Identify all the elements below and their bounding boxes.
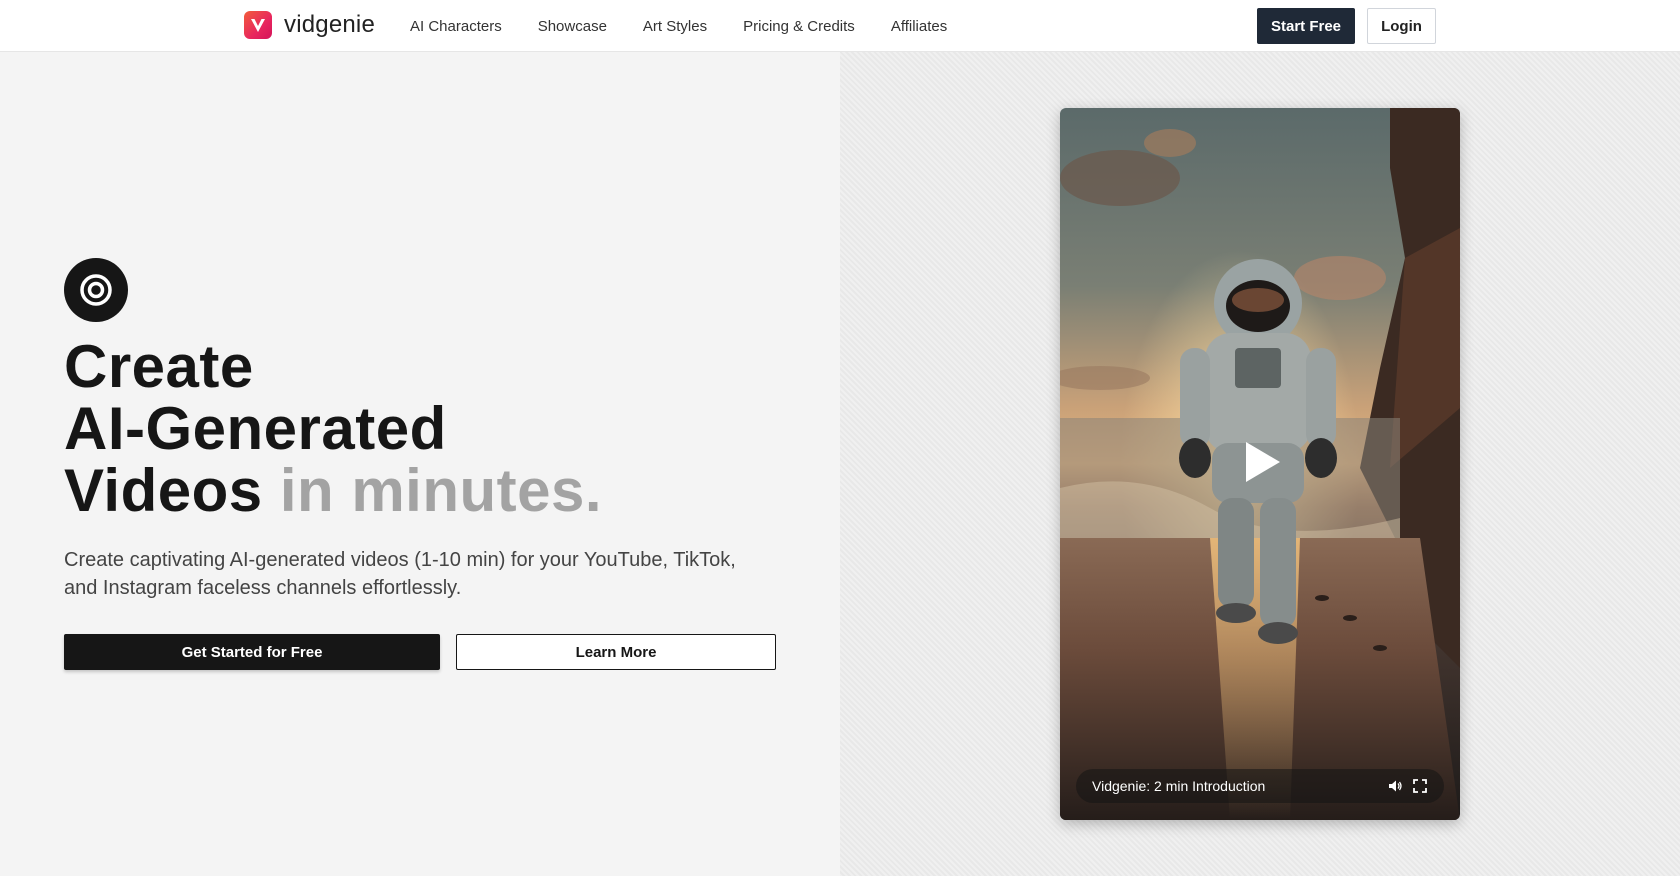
hero-section: Create AI-Generated Videos in minutes. C… bbox=[0, 52, 840, 876]
top-navbar: vidgenie AI Characters Showcase Art Styl… bbox=[0, 0, 1680, 52]
start-free-button[interactable]: Start Free bbox=[1257, 8, 1355, 44]
video-title: Vidgenie: 2 min Introduction bbox=[1092, 778, 1266, 794]
nav-item-showcase[interactable]: Showcase bbox=[538, 18, 607, 35]
main-nav: AI Characters Showcase Art Styles Pricin… bbox=[410, 0, 983, 52]
headline-line-1: Create bbox=[64, 333, 254, 400]
intro-video-player[interactable]: Vidgenie: 2 min Introduction bbox=[1060, 108, 1460, 820]
vidgenie-logo-icon bbox=[244, 11, 272, 39]
nav-item-affiliates[interactable]: Affiliates bbox=[891, 18, 947, 35]
fullscreen-icon[interactable] bbox=[1413, 779, 1427, 793]
video-showcase-panel: Vidgenie: 2 min Introduction bbox=[840, 52, 1680, 876]
volume-icon[interactable] bbox=[1388, 779, 1402, 793]
learn-more-button[interactable]: Learn More bbox=[456, 634, 776, 670]
headline-line-2: AI-Generated bbox=[64, 395, 447, 462]
nav-item-pricing-credits[interactable]: Pricing & Credits bbox=[743, 18, 855, 35]
nav-item-ai-characters[interactable]: AI Characters bbox=[410, 18, 502, 35]
video-controls-bar: Vidgenie: 2 min Introduction bbox=[1076, 769, 1444, 803]
hero-subtext: Create captivating AI-generated videos (… bbox=[64, 549, 736, 599]
target-icon bbox=[64, 258, 128, 322]
login-button[interactable]: Login bbox=[1367, 8, 1436, 44]
brand-name: vidgenie bbox=[284, 11, 376, 38]
play-icon[interactable] bbox=[1242, 440, 1282, 484]
headline-strong: Videos bbox=[64, 457, 263, 524]
headline-muted: in minutes. bbox=[279, 457, 603, 524]
hero-headline: Create AI-Generated Videos in minutes. bbox=[64, 336, 602, 522]
nav-item-art-styles[interactable]: Art Styles bbox=[643, 18, 707, 35]
brand-logo[interactable]: vidgenie bbox=[244, 11, 375, 39]
get-started-button[interactable]: Get Started for Free bbox=[64, 634, 440, 670]
headline-line-3: Videos in minutes. bbox=[64, 460, 602, 522]
